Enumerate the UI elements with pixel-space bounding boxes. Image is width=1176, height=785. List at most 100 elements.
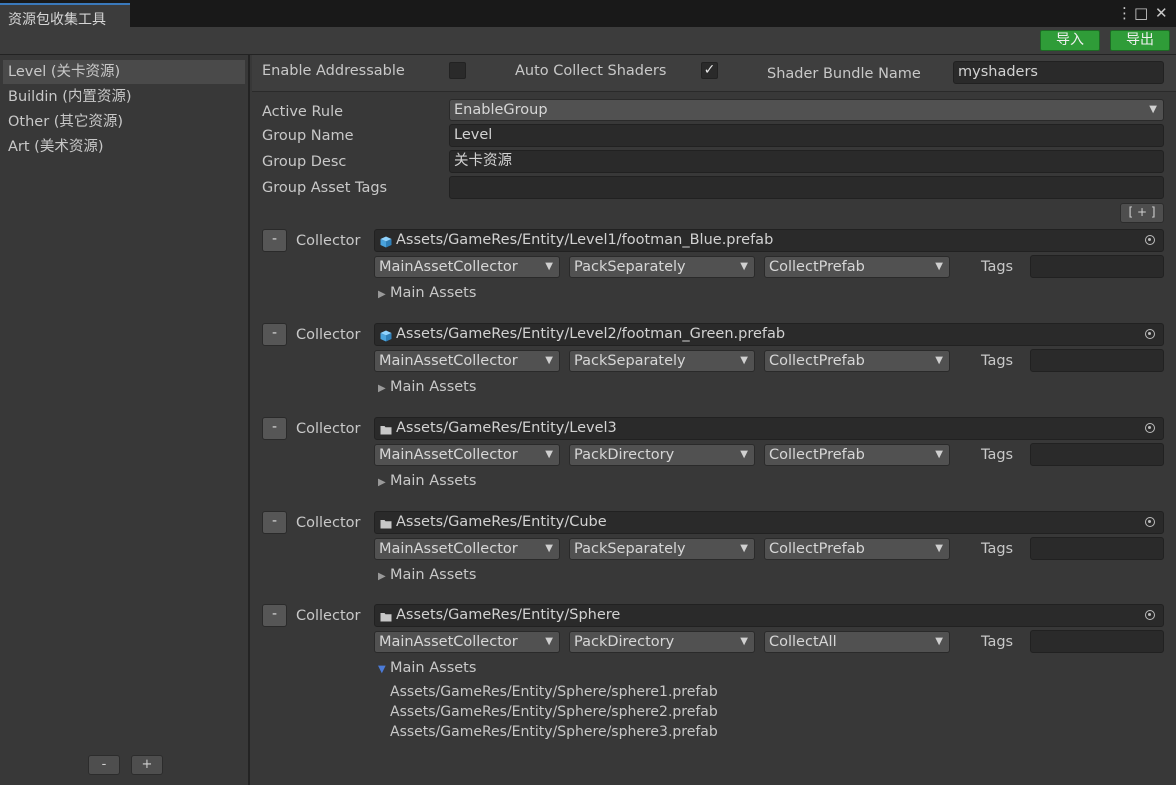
chevron-down-icon: ▼ [935, 449, 943, 460]
collector-path-field[interactable]: Assets/GameRes/Entity/Level2/footman_Gre… [374, 323, 1164, 346]
collector-label: Collector [296, 421, 361, 437]
auto-collect-shaders-checkbox[interactable]: ✓ [701, 62, 718, 79]
toolbar [0, 27, 1176, 55]
main-assets-foldout[interactable]: ▶ Main Assets [378, 471, 476, 493]
shader-bundle-name-label: Shader Bundle Name [767, 66, 921, 82]
main-assets-foldout[interactable]: ▶ Main Assets [378, 565, 476, 587]
collector-path-text: Assets/GameRes/Entity/Level1/footman_Blu… [396, 232, 774, 248]
title-bar [0, 0, 1176, 27]
tags-label: Tags [981, 541, 1014, 557]
collector-path-field[interactable]: Assets/GameRes/Entity/Level3 [374, 417, 1164, 440]
chevron-down-icon: ▼ [740, 636, 748, 647]
maximize-icon[interactable]: □ [1134, 4, 1148, 22]
active-rule-dropdown[interactable]: EnableGroup ▼ [449, 99, 1164, 121]
chevron-down-icon: ▼ [935, 636, 943, 647]
remove-collector-button[interactable]: - [262, 511, 287, 534]
collector-tags-field[interactable] [1030, 255, 1164, 278]
folder-icon [380, 422, 392, 435]
add-collector-button[interactable]: [ + ] [1120, 203, 1164, 223]
filter-rule-dropdown[interactable]: CollectPrefab ▼ [764, 350, 950, 372]
chevron-down-icon: ▼ [545, 543, 553, 554]
object-picker-icon[interactable] [1145, 235, 1155, 245]
main-asset-item: Assets/GameRes/Entity/Sphere/sphere1.pre… [390, 684, 718, 700]
chevron-down-icon: ▼ [740, 449, 748, 460]
collector-path-field[interactable]: Assets/GameRes/Entity/Cube [374, 511, 1164, 534]
remove-collector-button[interactable]: - [262, 229, 287, 252]
chevron-down-icon: ▼ [935, 355, 943, 366]
filter-rule-dropdown[interactable]: CollectPrefab ▼ [764, 444, 950, 466]
enable-addressable-label: Enable Addressable [262, 63, 405, 79]
collector-tags-field[interactable] [1030, 443, 1164, 466]
collector-label: Collector [296, 327, 361, 343]
object-picker-icon[interactable] [1145, 610, 1155, 620]
tags-label: Tags [981, 634, 1014, 650]
add-group-button[interactable]: + [131, 755, 163, 775]
remove-collector-button[interactable]: - [262, 323, 287, 346]
main-asset-item: Assets/GameRes/Entity/Sphere/sphere3.pre… [390, 724, 718, 740]
remove-collector-button[interactable]: - [262, 417, 287, 440]
close-icon[interactable]: ✕ [1155, 4, 1168, 22]
remove-group-button[interactable]: - [88, 755, 120, 775]
tags-label: Tags [981, 447, 1014, 463]
main-assets-foldout[interactable]: ▶ Main Assets [378, 283, 476, 305]
pack-rule-dropdown[interactable]: PackDirectory ▼ [569, 631, 755, 653]
foldout-arrow-icon: ▶ [378, 289, 386, 300]
window-tab[interactable]: 资源包收集工具 [0, 3, 130, 28]
chevron-down-icon: ▼ [545, 636, 553, 647]
filter-rule-dropdown[interactable]: CollectAll ▼ [764, 631, 950, 653]
collector-type-dropdown[interactable]: MainAssetCollector ▼ [374, 444, 560, 466]
collector-label: Collector [296, 515, 361, 531]
pack-rule-dropdown[interactable]: PackSeparately ▼ [569, 350, 755, 372]
collector-label: Collector [296, 608, 361, 624]
collector-tags-field[interactable] [1030, 630, 1164, 653]
collector-path-field[interactable]: Assets/GameRes/Entity/Level1/footman_Blu… [374, 229, 1164, 252]
collector-type-dropdown[interactable]: MainAssetCollector ▼ [374, 538, 560, 560]
object-picker-icon[interactable] [1145, 517, 1155, 527]
pack-rule-dropdown[interactable]: PackDirectory ▼ [569, 444, 755, 466]
collector-tags-field[interactable] [1030, 537, 1164, 560]
sidebar-item-buildin[interactable]: Buildin (内置资源) [8, 85, 245, 109]
object-picker-icon[interactable] [1145, 423, 1155, 433]
chevron-down-icon: ▼ [740, 261, 748, 272]
chevron-down-icon: ▼ [545, 449, 553, 460]
pack-rule-dropdown[interactable]: PackSeparately ▼ [569, 256, 755, 278]
chevron-down-icon: ▼ [935, 543, 943, 554]
export-button[interactable]: 导出 [1110, 30, 1170, 51]
group-desc-field[interactable]: 关卡资源 [449, 150, 1164, 173]
main-assets-foldout[interactable]: ▼ Main Assets [378, 658, 476, 680]
sidebar-item-art[interactable]: Art (美术资源) [8, 135, 245, 159]
remove-collector-button[interactable]: - [262, 604, 287, 627]
collector-path-text: Assets/GameRes/Entity/Sphere [396, 607, 621, 623]
collector-type-dropdown[interactable]: MainAssetCollector ▼ [374, 631, 560, 653]
chevron-down-icon: ▼ [545, 355, 553, 366]
filter-rule-dropdown[interactable]: CollectPrefab ▼ [764, 256, 950, 278]
group-name-label: Group Name [262, 128, 354, 144]
more-menu-icon[interactable]: ⋮ [1117, 4, 1132, 22]
chevron-down-icon: ▼ [935, 261, 943, 272]
object-picker-icon[interactable] [1145, 329, 1155, 339]
collector-type-dropdown[interactable]: MainAssetCollector ▼ [374, 256, 560, 278]
enable-addressable-checkbox[interactable] [449, 62, 466, 79]
collector-label: Collector [296, 233, 361, 249]
import-button[interactable]: 导入 [1040, 30, 1100, 51]
collector-tags-field[interactable] [1030, 349, 1164, 372]
foldout-arrow-icon: ▶ [378, 477, 386, 488]
folder-icon [380, 516, 392, 529]
filter-rule-dropdown[interactable]: CollectPrefab ▼ [764, 538, 950, 560]
foldout-arrow-icon: ▶ [378, 571, 386, 582]
shader-bundle-name-field[interactable]: myshaders [953, 61, 1164, 84]
collector-path-field[interactable]: Assets/GameRes/Entity/Sphere [374, 604, 1164, 627]
group-desc-label: Group Desc [262, 154, 347, 170]
sidebar-item-level[interactable]: Level (关卡资源) [3, 60, 245, 84]
chevron-down-icon: ▼ [1149, 104, 1157, 115]
main-assets-foldout[interactable]: ▶ Main Assets [378, 377, 476, 399]
group-asset-tags-field[interactable] [449, 176, 1164, 199]
prefab-cube-icon [380, 234, 392, 248]
chevron-down-icon: ▼ [545, 261, 553, 272]
group-name-field[interactable]: Level [449, 124, 1164, 147]
collector-type-dropdown[interactable]: MainAssetCollector ▼ [374, 350, 560, 372]
foldout-arrow-icon: ▶ [378, 383, 386, 394]
auto-collect-shaders-label: Auto Collect Shaders [515, 63, 667, 79]
pack-rule-dropdown[interactable]: PackSeparately ▼ [569, 538, 755, 560]
sidebar-item-other[interactable]: Other (其它资源) [8, 110, 245, 134]
